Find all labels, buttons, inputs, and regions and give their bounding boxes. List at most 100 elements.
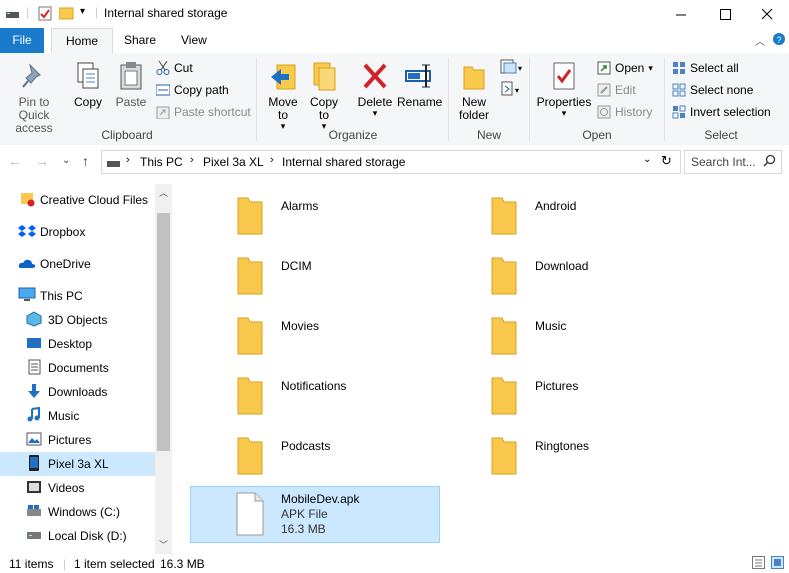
quick-access-dropdown-icon[interactable]: ▾ — [80, 6, 85, 17]
move-to-button[interactable]: Move to ▾ — [265, 61, 301, 131]
refresh-icon[interactable]: ↻ — [661, 153, 672, 169]
svg-text:?: ? — [776, 35, 781, 45]
dropbox-icon — [18, 223, 36, 242]
file-item-selected[interactable]: MobileDev.apk APK File 16.3 MB — [190, 486, 440, 543]
easy-access-icon[interactable]: ▾ — [500, 81, 522, 100]
phone-icon — [28, 454, 44, 474]
properties-button[interactable]: Properties ▾ — [536, 61, 592, 118]
folder-name: DCIM — [281, 259, 312, 273]
paste-shortcut-button[interactable]: Paste shortcut — [156, 102, 251, 122]
sidebar-item-windows-c[interactable]: Windows (C:) — [0, 500, 155, 524]
search-input[interactable]: Search Int... — [684, 150, 782, 174]
sidebar-item-label: 3D Objects — [48, 313, 108, 327]
breadcrumb-storage[interactable]: Internal shared storage — [282, 155, 405, 169]
tab-view[interactable]: View — [167, 28, 221, 53]
copy-path-icon — [156, 84, 170, 96]
new-folder-button[interactable]: New folder — [454, 61, 494, 122]
sidebar-item-creative-cloud[interactable]: Creative Cloud Files — [0, 188, 155, 212]
sidebar-item-label: OneDrive — [40, 257, 91, 271]
selected-size: 16.3 MB — [160, 557, 205, 571]
folder-icon — [236, 370, 264, 421]
tab-file[interactable]: File — [0, 28, 44, 53]
sidebar-item-local-disk-d[interactable]: Local Disk (D:) — [0, 524, 155, 548]
sidebar-item-desktop[interactable]: Desktop — [0, 332, 155, 356]
folder-item[interactable]: Download — [490, 250, 730, 300]
large-icons-view-icon[interactable] — [771, 556, 784, 572]
copy-label: Copy — [73, 95, 102, 109]
new-folder-icon[interactable] — [58, 6, 74, 23]
new-folder-icon — [463, 66, 485, 90]
minimize-button[interactable] — [658, 0, 704, 28]
file-type: APK File — [281, 507, 328, 521]
sidebar-item-this-pc[interactable]: This PC — [0, 284, 155, 308]
paste-icon — [120, 62, 142, 90]
desktop-icon — [26, 336, 44, 353]
sidebar-item-documents[interactable]: Documents — [0, 356, 155, 380]
delete-button[interactable]: Delete ▾ — [356, 61, 394, 118]
sidebar-item-3d-objects[interactable]: 3D Objects — [0, 308, 155, 332]
folder-item[interactable]: Android — [490, 190, 730, 240]
scroll-down-icon[interactable]: ﹀ — [159, 538, 168, 551]
folder-item[interactable]: Movies — [236, 310, 476, 360]
maximize-icon — [719, 8, 731, 20]
tab-share[interactable]: Share — [110, 28, 170, 53]
drive-c-icon — [26, 504, 44, 521]
maximize-button[interactable] — [702, 0, 748, 28]
rename-button[interactable]: Rename — [397, 61, 442, 109]
forward-arrow-icon[interactable]: → — [35, 153, 49, 169]
folder-item[interactable]: Pictures — [490, 370, 730, 420]
sidebar-item-music[interactable]: Music — [0, 404, 155, 428]
select-all-button[interactable]: Select all — [672, 58, 739, 78]
folder-item[interactable]: Podcasts — [236, 430, 476, 480]
up-arrow-icon[interactable]: ↑ — [82, 153, 89, 169]
ribbon-collapse-icon[interactable]: ︿ — [755, 33, 765, 48]
cut-button[interactable]: Cut — [156, 58, 193, 78]
properties-icon[interactable] — [38, 6, 52, 24]
paste-button[interactable]: Paste — [112, 61, 150, 109]
close-button[interactable] — [746, 0, 789, 28]
address-bar[interactable]: › This PC › Pixel 3a XL › Internal share… — [101, 150, 681, 174]
help-icon[interactable]: ? — [772, 32, 786, 49]
folder-item[interactable]: Music — [490, 310, 730, 360]
open-label: Open — [615, 61, 645, 75]
folder-item[interactable]: Notifications — [236, 370, 476, 420]
breadcrumb-separator: › — [270, 154, 274, 166]
sidebar-item-dropbox[interactable]: Dropbox — [0, 220, 155, 244]
back-arrow-icon[interactable]: ← — [8, 153, 22, 169]
recent-locations-icon[interactable]: ⌄ — [62, 155, 70, 166]
edit-button[interactable]: Edit — [597, 80, 636, 100]
address-dropdown-icon[interactable]: ⌄ — [643, 154, 651, 165]
breadcrumb-pixel[interactable]: Pixel 3a XL — [203, 155, 264, 169]
folder-icon — [490, 310, 518, 361]
pin-quick-access-button[interactable]: Pin to Quick access — [2, 61, 66, 135]
sidebar-item-onedrive[interactable]: OneDrive — [0, 252, 155, 276]
scrollbar-thumb[interactable] — [157, 213, 170, 451]
selected-count: 1 item selected — [74, 557, 155, 571]
breadcrumb-this-pc[interactable]: This PC — [140, 155, 183, 169]
sidebar-item-pixel-3a-xl[interactable]: Pixel 3a XL — [0, 452, 155, 476]
invert-selection-button[interactable]: Invert selection — [672, 102, 771, 122]
tab-home[interactable]: Home — [51, 28, 114, 55]
close-icon — [762, 8, 773, 19]
sidebar-item-downloads[interactable]: Downloads — [0, 380, 155, 404]
open-button[interactable]: Open ▾ — [597, 58, 653, 78]
history-button[interactable]: History — [597, 102, 652, 122]
select-none-button[interactable]: Select none — [672, 80, 753, 100]
sidebar-item-pictures[interactable]: Pictures — [0, 428, 155, 452]
scroll-up-icon[interactable]: ︿ — [159, 186, 168, 199]
folder-name: Download — [535, 259, 589, 273]
details-view-icon[interactable] — [752, 556, 765, 572]
folder-name: Notifications — [281, 379, 347, 393]
copy-path-button[interactable]: Copy path — [156, 80, 229, 100]
copy-button[interactable]: Copy — [70, 61, 106, 109]
sidebar-item-videos[interactable]: Videos — [0, 476, 155, 500]
folder-item[interactable]: Alarms — [236, 190, 476, 240]
folder-item[interactable]: Ringtones — [490, 430, 730, 480]
folder-item[interactable]: DCIM — [236, 250, 476, 300]
folder-name: Movies — [281, 319, 320, 333]
new-folder-label: New folder — [458, 95, 490, 122]
status-bar: 11 items | 1 item selected 16.3 MB — [0, 554, 789, 573]
folder-icon — [490, 250, 518, 301]
new-item-icon[interactable]: ▾ — [500, 59, 522, 78]
copy-to-button[interactable]: Copy to ▾ — [306, 61, 342, 131]
